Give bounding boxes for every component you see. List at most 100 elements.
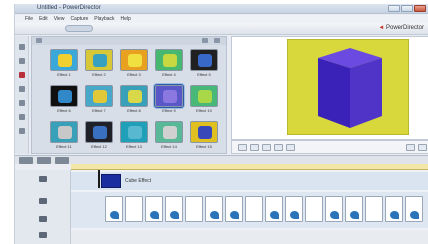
play-button[interactable]	[238, 144, 247, 151]
library-view-icon[interactable]	[202, 38, 208, 43]
video-track-icon[interactable]	[39, 176, 47, 182]
effect-tile-label: Effect 8	[127, 108, 141, 113]
transition-clip[interactable]	[305, 196, 323, 222]
transition-clip[interactable]	[365, 196, 383, 222]
audio-room-icon[interactable]	[19, 114, 25, 120]
clip-label: Cube Effect	[125, 178, 152, 184]
transition-room-icon[interactable]	[19, 100, 25, 106]
menu-view[interactable]: View	[54, 16, 65, 22]
effect-tile[interactable]: Effect 2	[85, 49, 113, 79]
transition-clip[interactable]	[345, 196, 363, 222]
effect-tile-label: Effect 11	[56, 144, 72, 149]
transition-clip[interactable]	[405, 196, 423, 222]
transition-icon	[290, 211, 299, 219]
effect-thumbnail	[190, 49, 218, 71]
main-toolbar: ◄ PowerDirector	[15, 23, 428, 35]
effect-tile-label: Effect 15	[196, 144, 212, 149]
effect-thumbnail	[154, 84, 184, 108]
timeline-playhead[interactable]	[98, 170, 100, 188]
transition-clip[interactable]	[165, 196, 183, 222]
effect-tile[interactable]: Effect 3	[120, 49, 148, 79]
minimize-button[interactable]	[388, 5, 400, 12]
close-button[interactable]	[414, 5, 426, 12]
effect-tile-label: Effect 13	[126, 144, 142, 149]
effect-tile[interactable]: Effect 6	[50, 85, 78, 115]
effect-tile[interactable]: Effect 11	[50, 121, 78, 151]
transition-clip[interactable]	[125, 196, 143, 222]
timeline-view-button[interactable]	[19, 157, 33, 164]
effect-thumbnail	[50, 49, 78, 71]
menu-capture[interactable]: Capture	[70, 16, 88, 22]
fullscreen-button[interactable]	[418, 144, 427, 151]
transition-icon	[270, 211, 279, 219]
effect-grid: Effect 1 Effect 2 Effect 3 Effect 4 Effect 5…	[50, 49, 226, 151]
fast-forward-button[interactable]	[286, 144, 295, 151]
transition-clip[interactable]	[225, 196, 243, 222]
effect-glyph-icon	[163, 90, 177, 103]
effect-tile[interactable]: Effect 10	[190, 85, 218, 115]
mode-switch-button[interactable]	[65, 25, 93, 32]
library-back-icon[interactable]	[36, 38, 42, 43]
effect-tile[interactable]: Effect 12	[85, 121, 113, 151]
preview-panel	[231, 36, 428, 140]
next-frame-button[interactable]	[274, 144, 283, 151]
effect-tile-label: Effect 4	[162, 72, 176, 77]
transition-icon	[350, 211, 359, 219]
effect-glyph-icon	[58, 54, 72, 67]
brand-logo: ◄ PowerDirector	[378, 25, 424, 31]
menu-file[interactable]: File	[25, 16, 33, 22]
effect-tile[interactable]: Effect 1	[50, 49, 78, 79]
overlay-track-icon[interactable]	[39, 216, 47, 222]
menu-help[interactable]: Help	[121, 16, 131, 22]
effect-track-icon[interactable]	[39, 198, 47, 204]
effect-glyph-icon	[128, 126, 142, 139]
playback-controls	[231, 140, 428, 154]
effect-tile[interactable]: Effect 7	[85, 85, 113, 115]
effect-glyph-icon	[198, 90, 212, 103]
transition-clip[interactable]	[185, 196, 203, 222]
transition-clip[interactable]	[285, 196, 303, 222]
transition-clip[interactable]	[145, 196, 163, 222]
library-menu-icon[interactable]	[214, 38, 220, 43]
effect-tile[interactable]: Effect 9	[154, 84, 184, 115]
stop-button[interactable]	[250, 144, 259, 151]
snapshot-button[interactable]	[406, 144, 415, 151]
video-clip[interactable]	[101, 174, 121, 188]
transition-clip[interactable]	[325, 196, 343, 222]
transition-clip[interactable]	[265, 196, 283, 222]
menu-edit[interactable]: Edit	[39, 16, 48, 22]
effect-tile-label: Effect 5	[197, 72, 211, 77]
split-button[interactable]	[55, 157, 69, 164]
effect-room-icon[interactable]	[19, 58, 25, 64]
effect-thumbnail	[50, 121, 78, 143]
maximize-button[interactable]	[401, 5, 413, 12]
transition-icon	[230, 211, 239, 219]
transition-icon	[150, 211, 159, 219]
cube-preview-image	[318, 48, 382, 128]
chapter-room-icon[interactable]	[19, 128, 25, 134]
overlay-track[interactable]	[71, 230, 428, 244]
effect-thumbnail	[120, 49, 148, 71]
effect-tile[interactable]: Effect 8	[120, 85, 148, 115]
audio-track-icon[interactable]	[39, 232, 47, 238]
previous-frame-button[interactable]	[262, 144, 271, 151]
effect-tile[interactable]: Effect 14	[155, 121, 183, 151]
video-track[interactable]: Cube Effect	[71, 172, 428, 190]
transition-clip[interactable]	[385, 196, 403, 222]
effect-tile[interactable]: Effect 13	[120, 121, 148, 151]
storyboard-view-button[interactable]	[37, 157, 51, 164]
effect-tile-label: Effect 14	[161, 144, 177, 149]
effect-tile[interactable]: Effect 15	[190, 121, 218, 151]
transition-clip[interactable]	[245, 196, 263, 222]
effect-tile[interactable]: Effect 5	[190, 49, 218, 79]
transition-icon	[110, 211, 119, 219]
title-room-icon[interactable]	[19, 86, 25, 92]
pip-room-icon[interactable]	[19, 72, 25, 78]
effect-thumbnail	[120, 121, 148, 143]
media-room-icon[interactable]	[19, 44, 25, 50]
transition-clip[interactable]	[205, 196, 223, 222]
menu-playback[interactable]: Playback	[94, 16, 114, 22]
transition-clip[interactable]	[105, 196, 123, 222]
effect-tile[interactable]: Effect 4	[155, 49, 183, 79]
transition-track[interactable]	[71, 192, 428, 228]
